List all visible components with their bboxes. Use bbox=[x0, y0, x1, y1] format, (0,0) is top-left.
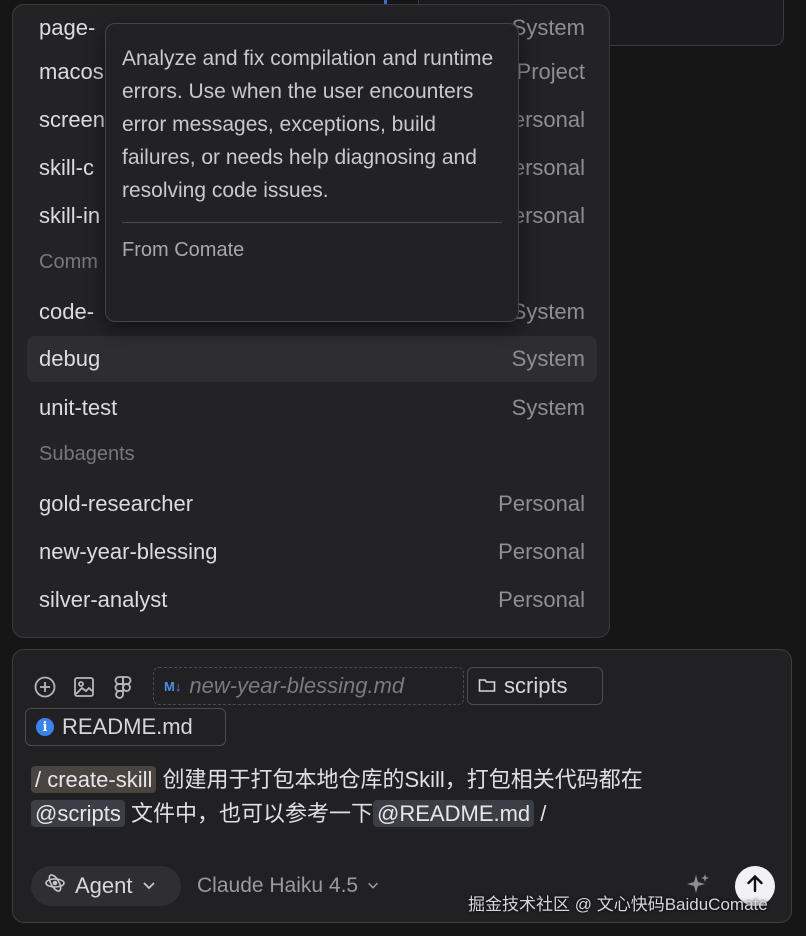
menu-item-source: Personal bbox=[498, 539, 585, 564]
menu-item-source: Personal bbox=[498, 491, 585, 516]
menu-item-label: code- bbox=[39, 299, 95, 324]
chat-input-box[interactable]: M↓ new-year-blessing.md scripts i README… bbox=[12, 649, 792, 923]
message-segment: / bbox=[534, 801, 547, 826]
reference-tag-scripts: @scripts bbox=[31, 800, 125, 827]
menu-item-source: System bbox=[511, 15, 585, 40]
section-header-commands: Comm bbox=[39, 251, 98, 273]
folder-chip[interactable]: scripts bbox=[467, 667, 603, 705]
menu-item-source: Personal bbox=[498, 587, 585, 612]
menu-item-label: silver-analyst bbox=[39, 587, 168, 612]
menu-item-label: unit-test bbox=[39, 395, 118, 420]
tooltip-source: From Comate bbox=[122, 239, 245, 261]
menu-item-new-year-blessing[interactable]: new-year-blessing Personal bbox=[27, 529, 597, 575]
menu-item-label: new-year-blessing bbox=[39, 539, 218, 564]
menu-item-source: System bbox=[511, 346, 585, 371]
menu-item-label: macos bbox=[39, 59, 104, 84]
menu-item-label: gold-researcher bbox=[39, 491, 194, 516]
menu-item-label: skill-c bbox=[39, 155, 94, 180]
agent-mode-button[interactable]: Agent bbox=[31, 866, 181, 906]
menu-item-source: System bbox=[511, 299, 585, 324]
readme-chip[interactable]: i README.md bbox=[25, 708, 226, 746]
menu-item-label: screen bbox=[39, 107, 106, 132]
reference-tag-readme: @README.md bbox=[373, 800, 535, 827]
command-tooltip: Analyze and fix compilation and runtime … bbox=[105, 23, 519, 322]
menu-item-label: debug bbox=[39, 346, 101, 371]
section-header-subagents: Subagents bbox=[39, 443, 135, 465]
watermark: 掘金技术社区 @ 文心快码BaiduComate bbox=[468, 895, 768, 914]
menu-item-source: Project bbox=[516, 59, 585, 84]
add-circle-icon[interactable] bbox=[31, 673, 59, 701]
menu-item-gold-researcher[interactable]: gold-researcher Personal bbox=[27, 481, 597, 527]
message-segment: 文件中，也可以参考一下 bbox=[124, 801, 374, 826]
figma-icon[interactable] bbox=[109, 673, 137, 701]
chip-label: scripts bbox=[504, 673, 568, 698]
markdown-icon: M↓ bbox=[164, 678, 182, 694]
menu-item-label: page- bbox=[39, 15, 96, 40]
menu-item-silver-analyst[interactable]: silver-analyst Personal bbox=[27, 577, 597, 623]
command-tag: / create-skill bbox=[31, 766, 157, 793]
info-icon: i bbox=[36, 718, 54, 736]
menu-item-debug[interactable]: debug System bbox=[27, 336, 597, 382]
markdown-file-chip[interactable]: M↓ new-year-blessing.md bbox=[153, 667, 464, 705]
folder-icon bbox=[478, 673, 496, 699]
model-label: Claude Haiku 4.5 bbox=[197, 874, 359, 897]
agent-label: Agent bbox=[75, 873, 133, 898]
menu-item-unit-test[interactable]: unit-test System bbox=[27, 385, 597, 431]
model-selector[interactable]: Claude Haiku 4.5 bbox=[197, 874, 380, 898]
image-icon[interactable] bbox=[70, 673, 98, 701]
tooltip-divider bbox=[122, 222, 502, 223]
chevron-down-icon bbox=[366, 874, 380, 898]
chevron-down-icon bbox=[141, 873, 157, 899]
chip-label: new-year-blessing.md bbox=[189, 673, 405, 698]
agent-icon bbox=[43, 871, 67, 901]
message-text[interactable]: / create-skill 创建用于打包本地仓库的Skill，打包相关代码都在… bbox=[31, 763, 771, 831]
tooltip-description: Analyze and fix compilation and runtime … bbox=[122, 47, 494, 202]
menu-item-source: System bbox=[511, 395, 585, 420]
message-segment: 创建用于打包本地仓库的Skill，打包相关代码都在 bbox=[156, 767, 643, 792]
chip-label: README.md bbox=[62, 714, 193, 739]
menu-item-label: skill-in bbox=[39, 203, 101, 228]
